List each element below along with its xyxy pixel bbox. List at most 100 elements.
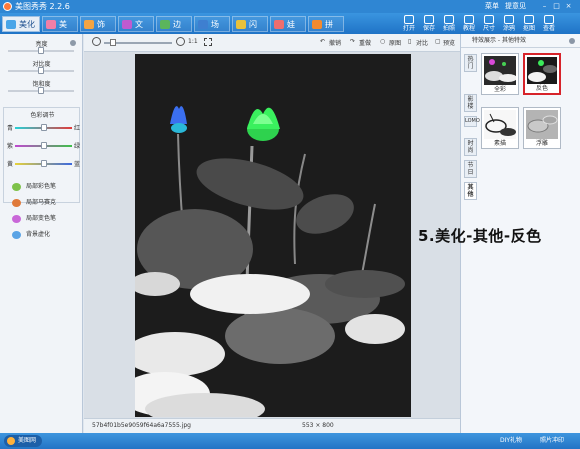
open-button[interactable]: 打开 [400,14,418,34]
redo-button[interactable]: 重做 [359,38,371,47]
compare-icon[interactable]: ▯ [408,38,411,45]
save-label: 保存 [422,25,435,32]
local-color-pen-button[interactable]: 局部彩色笔 [12,182,56,192]
fit-window-icon[interactable] [204,38,212,46]
slider-knob[interactable] [41,160,47,167]
zoom-out-icon[interactable] [92,37,101,46]
save-button[interactable]: 保存 [420,14,438,34]
tutorial-label: 教程 [462,25,475,32]
effect-label: 全彩 [493,86,506,93]
background-blur-button[interactable]: 背景虚化 [12,230,50,240]
color-section-title: 色彩调节 [30,112,55,119]
effect-sketch[interactable]: 素描 [481,107,519,149]
folder-icon [404,15,414,24]
text-icon [122,20,132,29]
zoom-knob[interactable] [110,39,116,46]
slider-knob[interactable] [38,87,44,94]
tab-accessories[interactable]: 饰品 [80,16,116,45]
effect-label: 反色 [535,85,548,92]
close-icon[interactable]: × [564,2,573,11]
settings-icon[interactable] [569,38,575,44]
brightness-slider[interactable] [8,47,74,54]
tab-studio[interactable]: 影楼 [464,94,477,112]
effect-fullcolor[interactable]: 全彩 [481,53,519,95]
undo-button[interactable]: 撤销 [329,38,341,47]
tab-doll[interactable]: 娃娃 [270,16,306,45]
meitu-site-button[interactable]: 美图网 [4,435,43,447]
menu-button[interactable]: 菜单 [485,0,499,13]
canvas-toolbar: 1:1 ↶ 撤销 ↷ 重做 ○ 原图 ▯ 对比 ▢ 预览 [84,34,460,52]
slider-knob[interactable] [38,47,44,54]
effect-emboss[interactable]: 浮雕 [523,107,561,149]
undo-icon[interactable]: ↶ [320,38,325,45]
tab-beautify[interactable]: 美化 [2,16,40,32]
fullcolor-thumbnail [484,56,516,85]
sketch-thumbnail [484,110,516,139]
camera-icon [444,15,454,24]
contrast-slider[interactable] [8,67,74,74]
view-button[interactable]: 查看 [540,14,558,34]
original-icon[interactable]: ○ [380,38,385,45]
cutout-button[interactable]: 抠图 [520,14,538,34]
doodle-button[interactable]: 涂鸦 [500,14,518,34]
edited-photo[interactable] [135,54,411,417]
recolor-pen-icon [12,215,21,223]
minimize-icon[interactable]: – [540,2,549,11]
bottom-bar: 美图网 DIY礼物 照片冲印 [0,433,580,449]
tab-beauty[interactable]: 美容 [42,16,78,45]
tab-frame[interactable]: 边框 [156,16,192,45]
slider-knob[interactable] [41,124,47,131]
local-recolor-pen-button[interactable]: 局部变色笔 [12,214,56,224]
zoom-slider[interactable] [104,39,172,46]
compare-button[interactable]: 对比 [416,38,428,47]
zoom-in-icon[interactable] [176,37,185,46]
yellow-blue-slider[interactable] [15,160,72,167]
save-icon [424,15,434,24]
tab-other[interactable]: 其他 [464,182,477,200]
original-button[interactable]: 原图 [389,38,401,47]
tab-fashion[interactable]: 时尚 [464,138,477,156]
maximize-icon[interactable]: □ [552,2,561,11]
slider-knob[interactable] [38,67,44,74]
scissors-icon [524,15,534,24]
cutout-label: 抠图 [522,25,535,32]
tutorial-button[interactable]: 教程 [460,14,478,34]
yellow-blue-row: 黄 蓝 [7,160,81,168]
redo-icon[interactable]: ↷ [350,38,355,45]
effect-invert[interactable]: 反色 [523,53,561,95]
local-mosaic-button[interactable]: 局部马赛克 [12,198,56,208]
preview-icon[interactable]: ▢ [435,38,441,45]
photo-print-link[interactable]: 照片冲印 [540,433,564,449]
app-title: 美图秀秀 2.2.6 [15,2,70,11]
diy-gift-link[interactable]: DIY礼物 [500,433,522,449]
tab-festival[interactable]: 节日 [464,160,477,178]
doodle-label: 涂鸦 [502,25,515,32]
actual-size-button[interactable]: 1:1 [188,38,198,45]
magenta-green-slider[interactable] [15,142,72,149]
feedback-button[interactable]: 提意见 [505,0,526,13]
red-label: 红 [74,125,81,132]
tab-hot[interactable]: 热门 [464,54,477,72]
saturation-slider[interactable] [8,87,74,94]
slider-knob[interactable] [41,142,47,149]
magenta-label: 紫 [7,143,14,150]
camera-button[interactable]: 拍照 [440,14,458,34]
green-label: 绿 [74,143,81,150]
preview-button[interactable]: 预览 [443,38,455,47]
reset-icon[interactable] [70,40,76,46]
tab-lomo[interactable]: LOMO [464,116,480,127]
size-button[interactable]: 尺寸 [480,14,498,34]
scene-icon [198,20,208,29]
tab-collage[interactable]: 拼图 [308,16,344,45]
effect-label: 素描 [493,140,506,147]
frame-icon [160,20,170,29]
cyan-red-slider[interactable] [15,124,72,131]
yellow-label: 黄 [7,161,14,168]
tool-label: 局部彩色笔 [26,183,57,190]
tool-label: 局部马赛克 [26,199,57,206]
magenta-green-row: 紫 绿 [7,142,81,150]
beauty-icon [46,20,56,29]
tab-scene[interactable]: 场景 [194,16,230,45]
tab-flash[interactable]: 闪图 [232,16,268,45]
tab-text[interactable]: 文字 [118,16,154,45]
